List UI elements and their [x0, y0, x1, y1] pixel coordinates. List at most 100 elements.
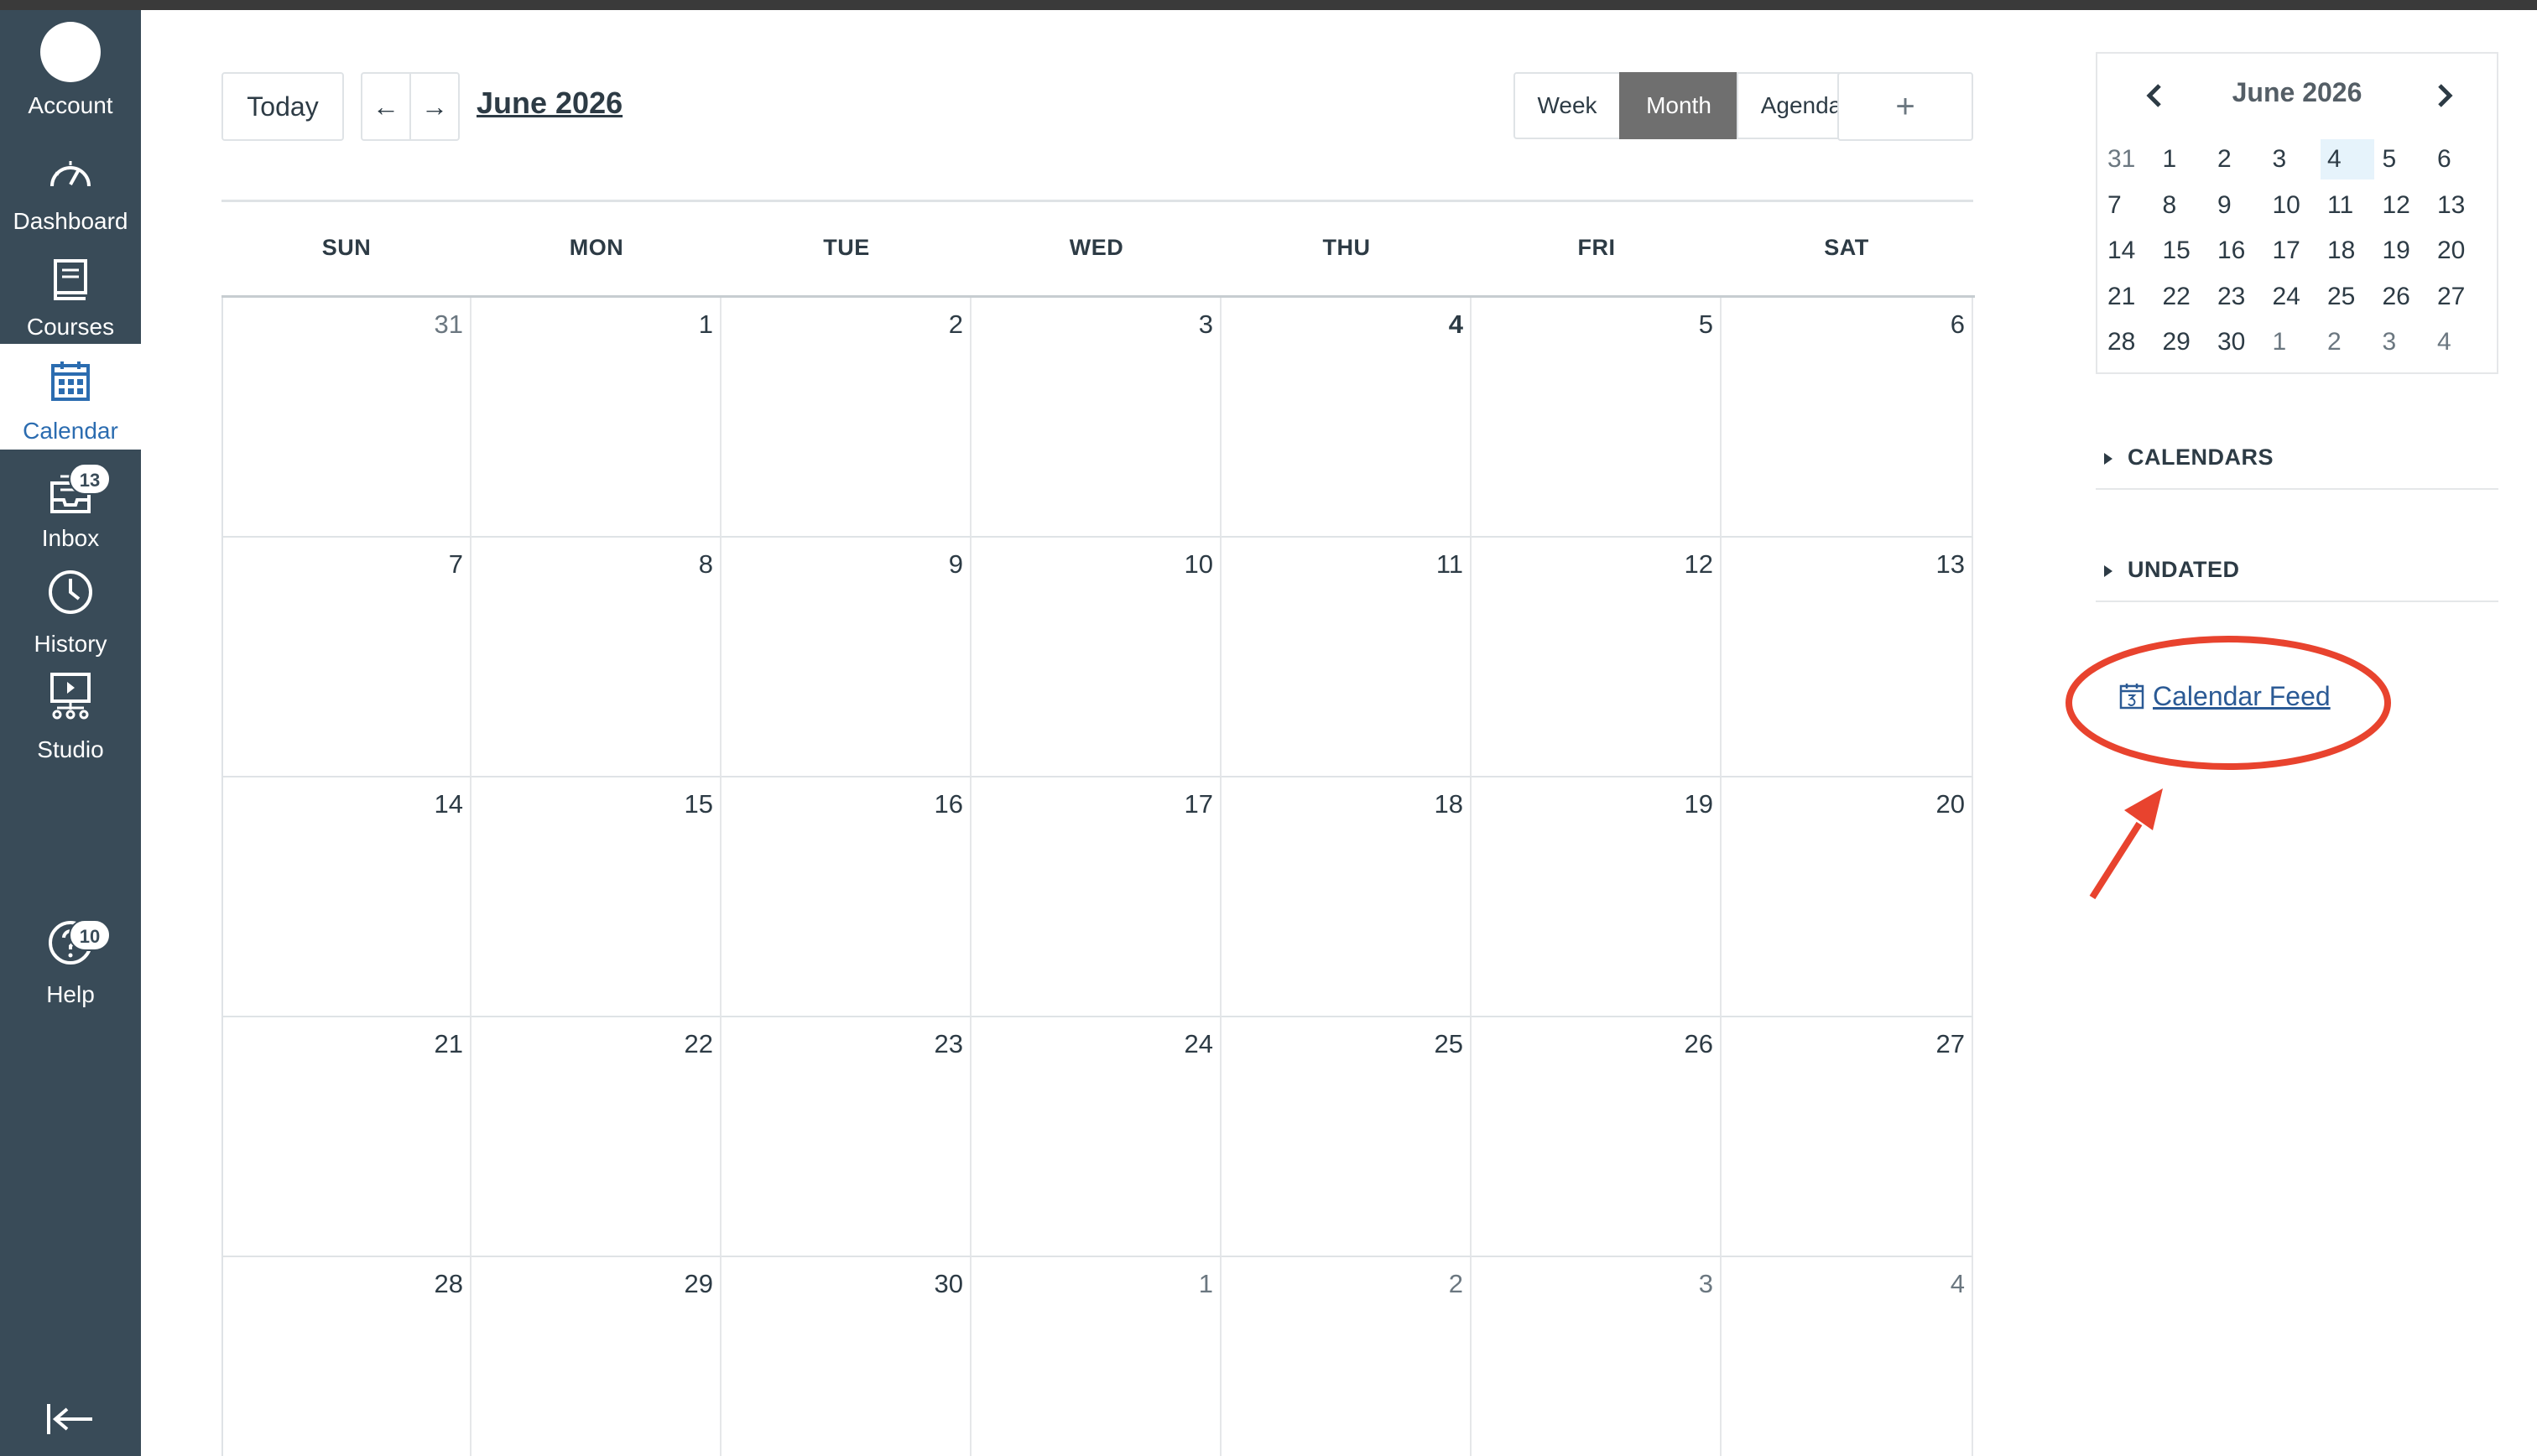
mini-day[interactable]: 26 — [2376, 277, 2430, 317]
mini-day[interactable]: 16 — [2211, 231, 2264, 271]
day-cell[interactable]: 6 — [1722, 298, 1973, 538]
mini-day[interactable]: 20 — [2430, 231, 2484, 271]
mini-day[interactable]: 30 — [2211, 322, 2264, 362]
mini-day[interactable]: 9 — [2211, 185, 2264, 226]
today-button[interactable]: Today — [221, 72, 344, 141]
day-cell[interactable]: 29 — [471, 1257, 722, 1456]
day-cell[interactable]: 20 — [1722, 777, 1973, 1017]
day-cell[interactable]: 17 — [972, 777, 1222, 1017]
day-cell[interactable]: 30 — [722, 1257, 972, 1456]
nav-history[interactable]: History — [0, 555, 141, 661]
day-cell[interactable]: 8 — [471, 538, 722, 777]
mini-day[interactable]: 25 — [2321, 277, 2374, 317]
mini-day[interactable]: 6 — [2430, 139, 2484, 179]
expand-triangle-icon — [2104, 453, 2112, 465]
mini-day[interactable]: 3 — [2376, 322, 2430, 362]
mini-day[interactable]: 7 — [2101, 185, 2154, 226]
day-cell[interactable]: 12 — [1472, 538, 1722, 777]
day-cell[interactable]: 2 — [1222, 1257, 1472, 1456]
day-cell[interactable]: 2 — [722, 298, 972, 538]
mini-day[interactable]: 2 — [2211, 139, 2264, 179]
nav-help[interactable]: 10 Help — [0, 907, 141, 1013]
day-cell[interactable]: 7 — [221, 538, 471, 777]
nav-calendar[interactable]: Calendar — [0, 344, 141, 450]
mini-day[interactable]: 1 — [2266, 322, 2320, 362]
mini-day[interactable]: 4 — [2430, 322, 2484, 362]
annotation-arrow-shaft — [2089, 821, 2143, 900]
mini-day[interactable]: 22 — [2156, 277, 2210, 317]
day-cell[interactable]: 31 — [221, 298, 471, 538]
mini-day[interactable]: 13 — [2430, 185, 2484, 226]
mini-day[interactable]: 1 — [2156, 139, 2210, 179]
mini-day[interactable]: 12 — [2376, 185, 2430, 226]
day-cell[interactable]: 13 — [1722, 538, 1973, 777]
nav-inbox[interactable]: 13 Inbox — [0, 450, 141, 555]
mini-day[interactable]: 8 — [2156, 185, 2210, 226]
mini-day[interactable]: 10 — [2266, 185, 2320, 226]
day-cell[interactable]: 9 — [722, 538, 972, 777]
day-cell[interactable]: 26 — [1472, 1017, 1722, 1257]
month-grid: 31 1 2 3 4 5 6 7 8 9 10 11 12 13 14 15 16 17 18 19 20 21 22 23 2… — [221, 295, 1975, 1456]
day-cell[interactable]: 28 — [221, 1257, 471, 1456]
mini-day[interactable]: 11 — [2321, 185, 2374, 226]
mini-day[interactable]: 14 — [2101, 231, 2154, 271]
view-month-button[interactable]: Month — [1619, 72, 1738, 139]
day-cell[interactable]: 11 — [1222, 538, 1472, 777]
add-event-button[interactable]: + — [1837, 72, 1973, 141]
nav-account-label: Account — [28, 92, 113, 118]
mini-day[interactable]: 28 — [2101, 322, 2154, 362]
day-cell[interactable]: 14 — [221, 777, 471, 1017]
day-cell[interactable]: 3 — [972, 298, 1222, 538]
mini-day[interactable]: 24 — [2266, 277, 2320, 317]
mini-day[interactable]: 4 — [2321, 139, 2374, 179]
mini-day[interactable]: 19 — [2376, 231, 2430, 271]
nav-studio-label: Studio — [37, 736, 104, 762]
mini-day[interactable]: 2 — [2321, 322, 2374, 362]
mini-next-icon[interactable] — [2428, 79, 2461, 112]
day-cell[interactable]: 16 — [722, 777, 972, 1017]
day-cell[interactable]: 10 — [972, 538, 1222, 777]
mini-day[interactable]: 29 — [2156, 322, 2210, 362]
calendar-feed-link[interactable]: Calendar Feed — [2119, 676, 2331, 716]
weekday-fri: FRI — [1577, 235, 1616, 260]
day-cell[interactable]: 27 — [1722, 1017, 1973, 1257]
studio-icon — [50, 673, 91, 720]
nav-help-label: Help — [46, 981, 95, 1007]
mini-day[interactable]: 21 — [2101, 277, 2154, 317]
day-cell[interactable]: 1 — [972, 1257, 1222, 1456]
day-number: 7 — [448, 549, 463, 579]
undated-section[interactable]: UNDATED — [2096, 535, 2498, 602]
day-cell[interactable]: 24 — [972, 1017, 1222, 1257]
next-month-button[interactable]: → — [409, 72, 460, 141]
day-cell[interactable]: 25 — [1222, 1017, 1472, 1257]
day-cell[interactable]: 23 — [722, 1017, 972, 1257]
mini-day[interactable]: 17 — [2266, 231, 2320, 271]
mini-day[interactable]: 27 — [2430, 277, 2484, 317]
mini-day[interactable]: 18 — [2321, 231, 2374, 271]
day-cell[interactable]: 15 — [471, 777, 722, 1017]
nav-dashboard[interactable]: Dashboard — [0, 141, 141, 247]
view-week-button[interactable]: Week — [1513, 72, 1621, 139]
calendars-section[interactable]: CALENDARS — [2096, 423, 2498, 490]
day-cell[interactable]: 21 — [221, 1017, 471, 1257]
mini-day[interactable]: 3 — [2266, 139, 2320, 179]
mini-day[interactable]: 31 — [2101, 139, 2154, 179]
day-cell[interactable]: 1 — [471, 298, 722, 538]
nav-studio[interactable]: Studio — [0, 661, 141, 767]
day-cell[interactable]: 3 — [1472, 1257, 1722, 1456]
day-cell[interactable]: 5 — [1472, 298, 1722, 538]
day-cell[interactable]: 4 — [1222, 298, 1472, 538]
mini-day[interactable]: 5 — [2376, 139, 2430, 179]
month-title[interactable]: June 2026 — [477, 86, 623, 121]
nav-courses[interactable]: Courses — [0, 247, 141, 352]
collapse-icon[interactable] — [45, 1401, 96, 1438]
global-nav: Account Dashboard Courses Calendar 13 In… — [0, 10, 141, 1456]
day-cell[interactable]: 22 — [471, 1017, 722, 1257]
day-cell[interactable]: 18 — [1222, 777, 1472, 1017]
mini-day[interactable]: 15 — [2156, 231, 2210, 271]
nav-account[interactable]: Account — [0, 10, 141, 118]
day-cell[interactable]: 19 — [1472, 777, 1722, 1017]
day-cell[interactable]: 4 — [1722, 1257, 1973, 1456]
mini-day[interactable]: 23 — [2211, 277, 2264, 317]
prev-month-button[interactable]: ← — [361, 72, 411, 141]
